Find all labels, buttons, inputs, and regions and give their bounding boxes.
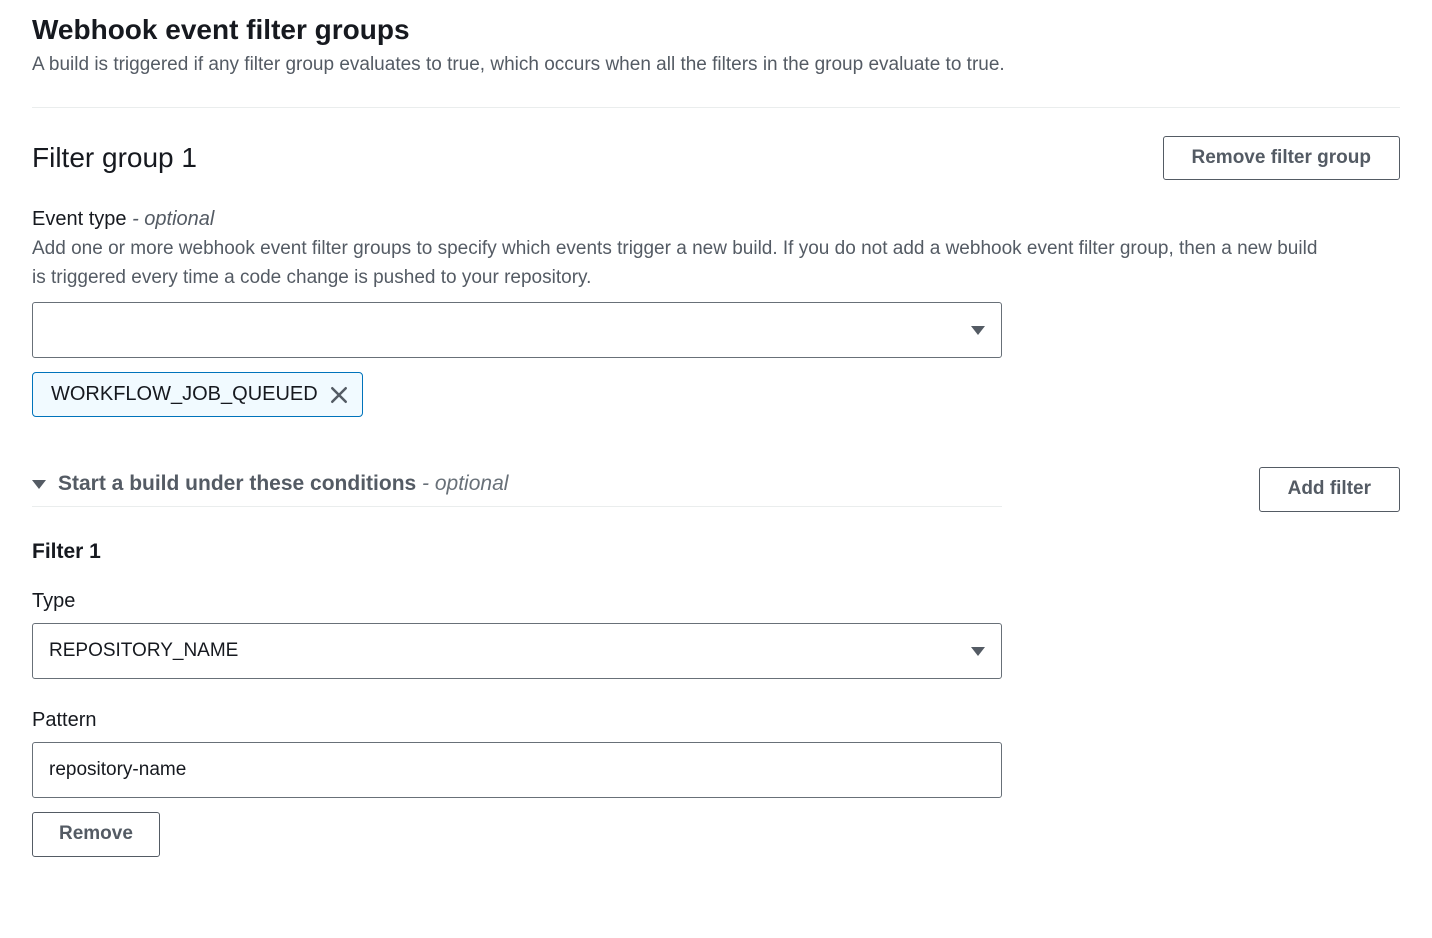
event-type-optional: - optional bbox=[127, 208, 215, 230]
filter-group-section: Filter group 1 Remove filter group Event… bbox=[32, 108, 1400, 857]
event-type-label: Event type bbox=[32, 208, 127, 230]
event-type-tag: WORKFLOW_JOB_QUEUED bbox=[32, 372, 363, 417]
event-type-select[interactable] bbox=[32, 302, 1002, 358]
page-subtitle: A build is triggered if any filter group… bbox=[32, 52, 1400, 79]
filter-pattern-field: Pattern Remove bbox=[32, 709, 1400, 857]
conditions-optional: - optional bbox=[416, 472, 508, 495]
tag-remove-button[interactable] bbox=[330, 386, 348, 404]
close-icon bbox=[330, 386, 348, 404]
remove-filter-button[interactable]: Remove bbox=[32, 812, 160, 857]
event-type-field: Event type - optional Add one or more we… bbox=[32, 208, 1400, 417]
add-filter-button[interactable]: Add filter bbox=[1259, 467, 1400, 512]
filter-type-select-value: REPOSITORY_NAME bbox=[49, 640, 971, 662]
chevron-down-icon bbox=[971, 647, 985, 656]
filter-pattern-input[interactable] bbox=[32, 742, 1002, 798]
page-title: Webhook event filter groups bbox=[32, 14, 1400, 46]
filter-pattern-label: Pattern bbox=[32, 709, 1400, 732]
chevron-down-icon bbox=[32, 480, 46, 489]
filter-type-field: Type REPOSITORY_NAME bbox=[32, 590, 1400, 679]
page-header: Webhook event filter groups A build is t… bbox=[32, 14, 1400, 108]
event-type-tag-label: WORKFLOW_JOB_QUEUED bbox=[51, 383, 318, 406]
filter-title: Filter 1 bbox=[32, 540, 1400, 564]
filter-type-select[interactable]: REPOSITORY_NAME bbox=[32, 623, 1002, 679]
conditions-label: Start a build under these conditions bbox=[58, 472, 416, 495]
filter-group-title: Filter group 1 bbox=[32, 142, 197, 174]
remove-filter-group-button[interactable]: Remove filter group bbox=[1163, 136, 1400, 181]
filter-type-label: Type bbox=[32, 590, 1400, 613]
conditions-heading-row[interactable]: Start a build under these conditions - o… bbox=[32, 472, 1002, 507]
chevron-down-icon bbox=[971, 326, 985, 335]
event-type-help: Add one or more webhook event filter gro… bbox=[32, 235, 1332, 292]
